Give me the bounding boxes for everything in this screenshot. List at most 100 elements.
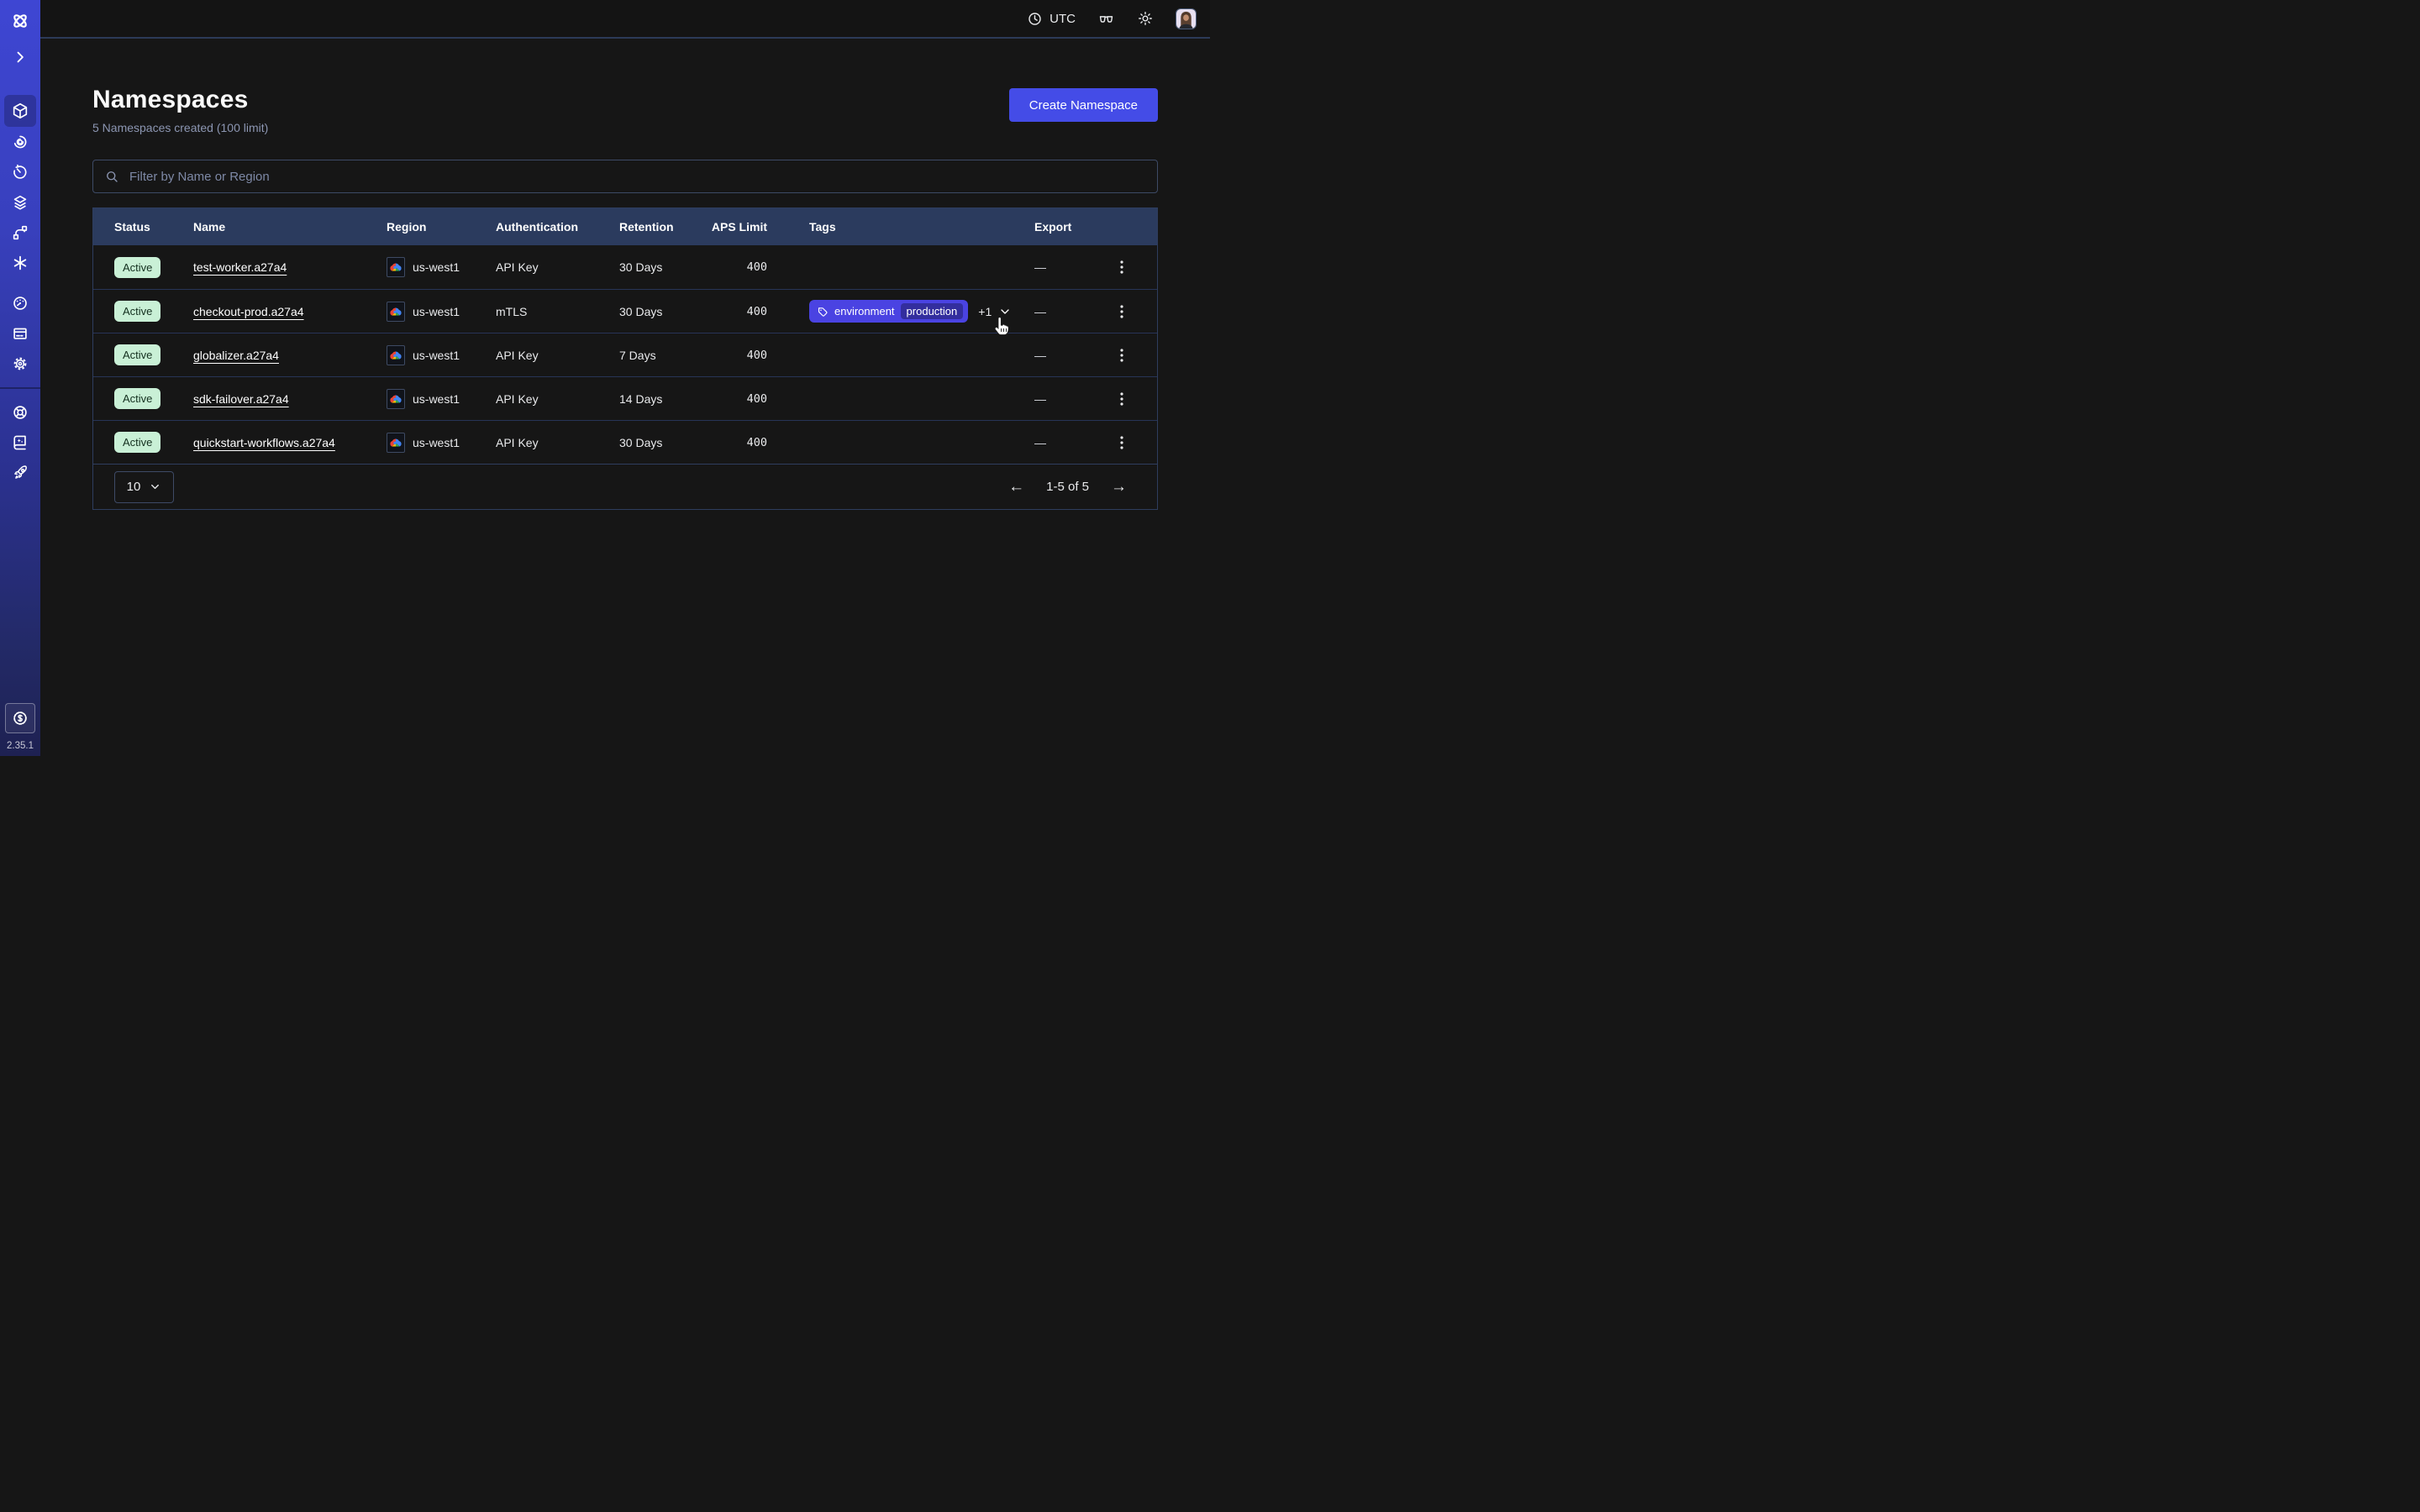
credits-dollar-icon: [11, 709, 29, 727]
theme-toggle-button[interactable]: [1137, 10, 1154, 27]
row-menu-button[interactable]: [1098, 435, 1145, 450]
namespace-link[interactable]: quickstart-workflows.a27a4: [193, 436, 335, 449]
table-row: Active globalizer.a27a4 us-west1 AP: [93, 333, 1157, 376]
table-footer: 10 ← 1-5 of 5 →: [93, 464, 1157, 509]
sidebar-item-nexus[interactable]: [4, 248, 36, 278]
sidebar-nav-primary: [4, 95, 36, 278]
column-header-authentication: Authentication: [496, 220, 619, 234]
nexus-asterisk-icon: [11, 254, 29, 272]
create-namespace-button[interactable]: Create Namespace: [1009, 88, 1158, 122]
namespace-link[interactable]: sdk-failover.a27a4: [193, 392, 289, 406]
gcp-cloud-logo: [387, 389, 405, 409]
row-menu-button[interactable]: [1098, 304, 1145, 319]
pagination-range-label: 1-5 of 5: [1046, 480, 1089, 494]
table-row: Active quickstart-workflows.a27a4 us-wes…: [93, 420, 1157, 464]
timezone-label: UTC: [1050, 12, 1076, 26]
gcp-cloud-logo: [387, 257, 405, 277]
export-value: —: [1024, 392, 1098, 406]
sidebar-item-workflows[interactable]: [4, 127, 36, 157]
export-value: —: [1024, 260, 1098, 274]
column-header-region: Region: [387, 220, 496, 234]
tag-pill[interactable]: environment production: [809, 300, 968, 323]
column-header-aps-limit: APS Limit: [708, 220, 767, 234]
kebab-menu-icon: [1115, 435, 1128, 450]
sidebar-item-billing[interactable]: [4, 318, 36, 349]
data-converter-button[interactable]: [1097, 10, 1115, 28]
table-row: Active checkout-prod.a27a4 us-west1: [93, 289, 1157, 333]
previous-page-button[interactable]: ←: [1008, 478, 1024, 496]
glasses-icon: [1097, 10, 1115, 28]
tags-expand[interactable]: +1: [978, 305, 1012, 318]
temporal-logo[interactable]: [4, 6, 36, 36]
page-size-value: 10: [127, 480, 141, 494]
clock-icon: [1027, 11, 1043, 27]
table-row: Active sdk-failover.a27a4 us-west1: [93, 376, 1157, 420]
sidebar-expand-chevron-icon[interactable]: [4, 42, 36, 72]
row-menu-button[interactable]: [1098, 260, 1145, 275]
deployments-layers-icon: [11, 193, 29, 212]
tags-cell: environment production +1: [767, 300, 1024, 323]
sidebar-item-deployments[interactable]: [4, 187, 36, 218]
auth-label: API Key: [496, 436, 619, 449]
sidebar: 2.35.1: [0, 0, 40, 756]
table-row: Active test-worker.a27a4 us-west1 A: [93, 245, 1157, 289]
namespace-count-subtitle: 5 Namespaces created (100 limit): [92, 121, 268, 134]
retention-label: 30 Days: [619, 260, 708, 274]
status-badge: Active: [114, 257, 160, 278]
retention-label: 30 Days: [619, 305, 708, 318]
aps-limit-value: 400: [708, 260, 767, 274]
filter-input[interactable]: [128, 169, 1146, 185]
column-header-export: Export: [1024, 220, 1098, 234]
sidebar-nav-secondary: [4, 288, 36, 379]
sidebar-divider: [0, 387, 40, 389]
namespaces-cube-icon: [11, 102, 29, 120]
sidebar-item-settings[interactable]: [4, 349, 36, 379]
usage-gauge-icon: [11, 294, 29, 312]
aps-limit-value: 400: [708, 349, 767, 362]
region-label: us-west1: [413, 349, 460, 362]
chevron-down-icon: [998, 305, 1012, 318]
retention-label: 14 Days: [619, 392, 708, 406]
status-badge: Active: [114, 432, 160, 453]
region-label: us-west1: [413, 260, 460, 274]
tag-icon: [817, 306, 829, 318]
sidebar-item-usage[interactable]: [4, 288, 36, 318]
sidebar-item-namespaces[interactable]: [4, 95, 36, 127]
billing-card-icon: [11, 324, 29, 343]
sidebar-item-batch-operations[interactable]: [4, 218, 36, 248]
auth-label: mTLS: [496, 305, 619, 318]
support-lifebuoy-icon: [11, 403, 29, 422]
row-menu-button[interactable]: [1098, 348, 1145, 363]
auth-label: API Key: [496, 260, 619, 274]
table-body: Active test-worker.a27a4 us-west1 A: [93, 245, 1157, 464]
namespace-link[interactable]: test-worker.a27a4: [193, 260, 287, 274]
sidebar-item-docs[interactable]: [4, 428, 36, 458]
column-header-retention: Retention: [619, 220, 708, 234]
namespace-link[interactable]: globalizer.a27a4: [193, 349, 279, 362]
next-page-button[interactable]: →: [1111, 478, 1127, 496]
timezone-selector[interactable]: UTC: [1027, 11, 1076, 27]
retention-label: 7 Days: [619, 349, 708, 362]
credits-button[interactable]: [5, 703, 35, 733]
namespace-link[interactable]: checkout-prod.a27a4: [193, 305, 304, 318]
column-header-tags: Tags: [767, 220, 1024, 234]
settings-gear-icon: [11, 354, 29, 373]
sidebar-item-schedules[interactable]: [4, 157, 36, 187]
export-value: —: [1024, 436, 1098, 449]
row-menu-button[interactable]: [1098, 391, 1145, 407]
column-header-status: Status: [114, 220, 193, 234]
sidebar-item-getting-started[interactable]: [4, 458, 36, 488]
sidebar-item-support[interactable]: [4, 397, 36, 428]
kebab-menu-icon: [1115, 391, 1128, 407]
aps-limit-value: 400: [708, 305, 767, 318]
region-label: us-west1: [413, 392, 460, 406]
tags-more-count: +1: [978, 305, 992, 318]
search-icon: [104, 169, 119, 184]
chevron-down-icon: [149, 480, 161, 493]
auth-label: API Key: [496, 392, 619, 406]
docs-book-icon: [11, 433, 29, 452]
kebab-menu-icon: [1115, 260, 1128, 275]
status-badge: Active: [114, 388, 160, 409]
user-avatar[interactable]: [1176, 8, 1197, 29]
page-size-select[interactable]: 10: [114, 471, 174, 503]
